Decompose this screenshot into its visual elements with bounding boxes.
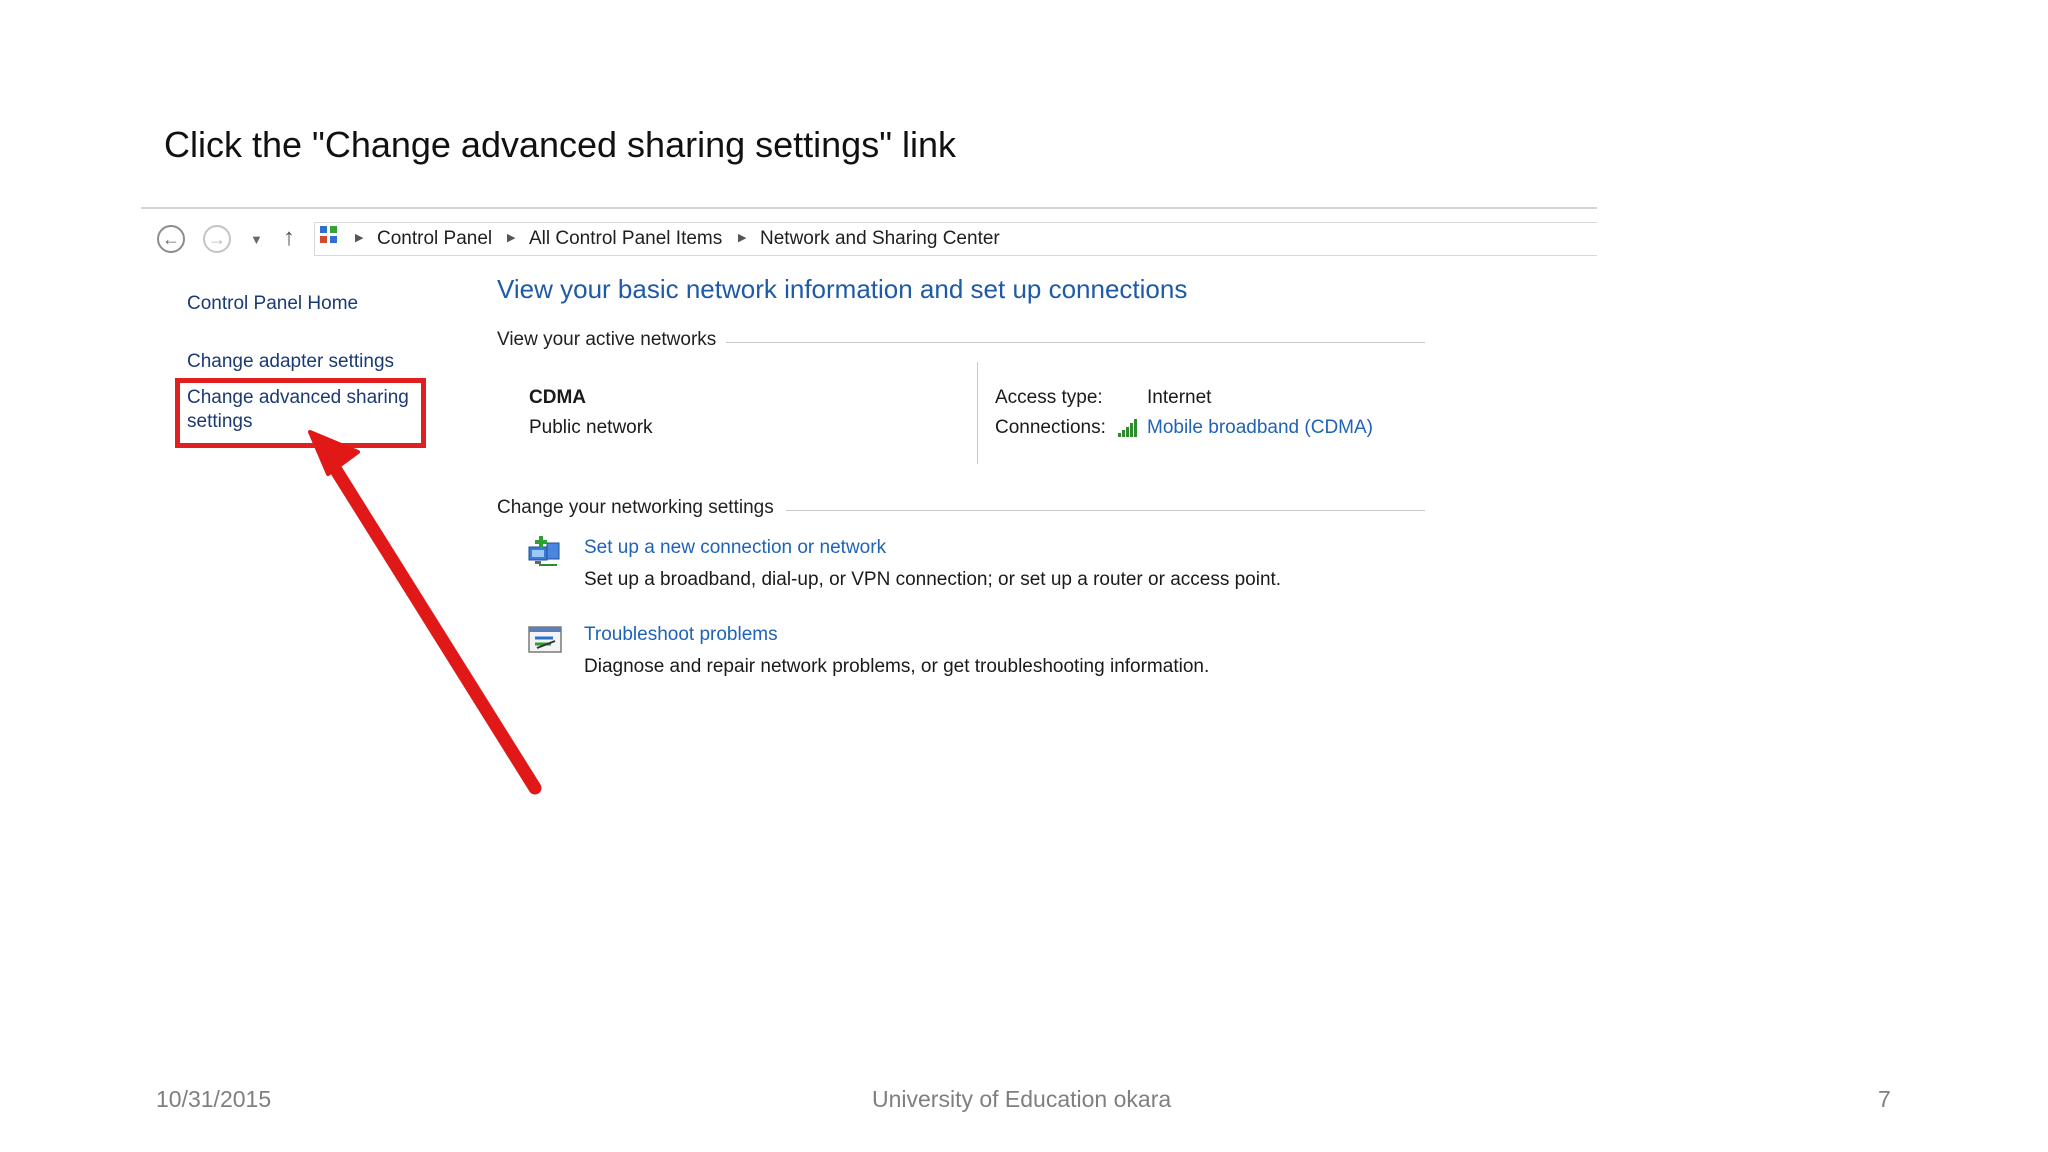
- network-name: CDMA: [529, 387, 586, 408]
- divider: [786, 510, 1425, 511]
- page-heading: View your basic network information and …: [497, 274, 1188, 304]
- troubleshoot-description: Diagnose and repair network problems, or…: [584, 656, 1210, 677]
- connection-link[interactable]: Mobile broadband (CDMA): [1147, 417, 1373, 439]
- forward-arrow-icon[interactable]: →: [203, 225, 231, 253]
- divider: [977, 362, 978, 464]
- sidebar-change-adapter[interactable]: Change adapter settings: [187, 351, 394, 373]
- screenshot-top-border: [141, 207, 1597, 209]
- up-arrow-icon[interactable]: ↑: [283, 224, 295, 252]
- footer-date: 10/31/2015: [156, 1086, 272, 1112]
- setup-connection-description: Set up a broadband, dial-up, or VPN conn…: [584, 569, 1282, 590]
- footer-center: University of Education okara: [872, 1086, 1172, 1112]
- slide-title: Click the "Change advanced sharing setti…: [164, 124, 956, 165]
- control-panel-icon: [320, 226, 340, 248]
- connections-label: Connections:: [995, 417, 1106, 438]
- sidebar-control-panel-home[interactable]: Control Panel Home: [187, 293, 358, 315]
- troubleshoot-icon: [528, 626, 562, 653]
- chevron-down-icon[interactable]: ▼: [250, 232, 263, 247]
- network-type[interactable]: Public network: [529, 417, 653, 439]
- breadcrumb-separator-icon: ▶: [507, 232, 516, 244]
- breadcrumb-network-sharing[interactable]: Network and Sharing Center: [760, 228, 1000, 250]
- breadcrumb-separator-icon: ▶: [738, 232, 747, 244]
- sidebar-change-advanced-sharing[interactable]: Change advanced sharing settings: [187, 386, 409, 434]
- pointer-arrow-icon: [308, 430, 542, 795]
- breadcrumb-all-items[interactable]: All Control Panel Items: [529, 228, 722, 250]
- access-type-label: Access type:: [995, 387, 1103, 408]
- page-number: 7: [1878, 1086, 1891, 1112]
- breadcrumb-separator-icon: ▶: [355, 232, 364, 244]
- setup-connection-link[interactable]: Set up a new connection or network: [584, 537, 886, 559]
- breadcrumb-control-panel[interactable]: Control Panel: [377, 228, 492, 250]
- troubleshoot-link[interactable]: Troubleshoot problems: [584, 624, 778, 646]
- signal-strength-icon: [1118, 419, 1140, 437]
- change-settings-label: Change your networking settings: [497, 497, 774, 518]
- divider: [726, 342, 1425, 343]
- back-arrow-icon[interactable]: ←: [157, 225, 185, 253]
- access-type-value: Internet: [1147, 387, 1212, 408]
- active-networks-label: View your active networks: [497, 329, 717, 350]
- advanced-link-line-1: Change advanced sharing: [187, 387, 409, 408]
- new-connection-icon: [528, 536, 560, 566]
